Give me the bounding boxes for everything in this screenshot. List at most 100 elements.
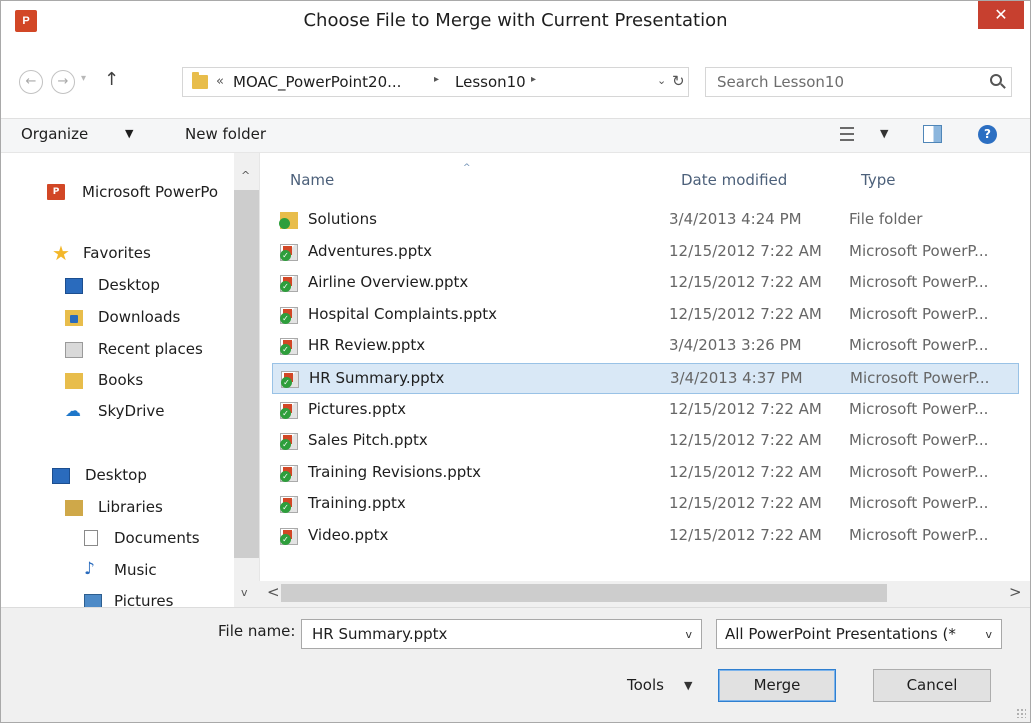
file-row[interactable]: Sales Pitch.pptx 12/15/2012 7:22 AM Micros…: [272, 426, 1019, 457]
breadcrumb-segment[interactable]: MOAC_PowerPoint20...: [233, 73, 401, 91]
refresh-icon[interactable]: ↻: [672, 72, 685, 90]
nav-pane-scrollbar[interactable]: ^ v: [234, 153, 259, 610]
organize-menu[interactable]: Organize: [21, 125, 88, 143]
star-icon: ★: [52, 241, 70, 265]
scroll-down-icon[interactable]: v: [241, 586, 248, 599]
back-button[interactable]: ←: [19, 70, 43, 94]
column-header-name[interactable]: Name: [290, 171, 334, 189]
nav-item-label: Downloads: [98, 308, 181, 326]
downloads-icon: [65, 310, 83, 326]
nav-item-label: Recent places: [98, 340, 203, 358]
chevron-down-icon[interactable]: v: [985, 628, 992, 641]
recent-locations-dropdown[interactable]: ▾: [81, 73, 86, 84]
resize-grip-icon[interactable]: [1016, 708, 1026, 718]
file-type-select[interactable]: All PowerPoint Presentations (* v: [716, 619, 1002, 649]
tools-caret-icon[interactable]: ▼: [684, 679, 692, 692]
address-dropdown-icon[interactable]: ⌄: [657, 74, 666, 87]
file-row[interactable]: HR Summary.pptx 3/4/2013 4:37 PM Microsoft…: [272, 363, 1019, 394]
preview-pane-icon[interactable]: [923, 125, 942, 143]
date-modified-cell: 12/15/2012 7:22 AM: [669, 494, 822, 513]
file-type-cell: Microsoft PowerP...: [849, 431, 989, 450]
file-type-cell: Microsoft PowerP...: [849, 273, 989, 292]
navigation-pane: P Microsoft PowerPo ★ Favorites Desktop …: [1, 153, 259, 610]
pptx-file-icon: [280, 338, 298, 356]
file-row[interactable]: HR Review.pptx 3/4/2013 3:26 PM Microsoft …: [272, 331, 1019, 362]
file-row[interactable]: Airline Overview.pptx 12/15/2012 7:22 AM M…: [272, 268, 1019, 299]
file-name-cell: Video.pptx: [308, 526, 389, 544]
file-row[interactable]: Adventures.pptx 12/15/2012 7:22 AM Microso…: [272, 237, 1019, 268]
cancel-button[interactable]: Cancel: [873, 669, 991, 702]
forward-button[interactable]: →: [51, 70, 75, 94]
date-modified-cell: 12/15/2012 7:22 AM: [669, 399, 822, 418]
ppt-icon: P: [47, 184, 65, 200]
close-button[interactable]: ✕: [978, 1, 1024, 29]
pptx-file-icon: [280, 275, 298, 293]
libraries-icon: [65, 500, 83, 516]
address-bar[interactable]: « MOAC_PowerPoint20... ▸ Lesson10 ▸ ⌄ ↻: [182, 67, 689, 97]
scrollbar-thumb[interactable]: [281, 584, 887, 602]
date-modified-cell: 3/4/2013 3:26 PM: [669, 336, 802, 355]
file-name-cell: Sales Pitch.pptx: [308, 431, 428, 450]
up-one-level-button[interactable]: ↑: [104, 69, 119, 90]
views-caret-icon[interactable]: ▼: [880, 127, 888, 140]
date-modified-cell: 12/15/2012 7:22 AM: [669, 431, 822, 450]
organize-caret-icon[interactable]: ▼: [125, 127, 133, 140]
pptx-file-icon: [281, 371, 299, 388]
overflow-chevron[interactable]: «: [216, 74, 224, 89]
pptx-file-icon: [280, 401, 298, 419]
nav-item-label: Favorites: [83, 244, 151, 262]
title-bar: P Choose File to Merge with Current Pres…: [1, 1, 1030, 41]
scrollbar-thumb[interactable]: [234, 190, 259, 558]
desktop-icon: [65, 278, 83, 294]
pptx-file-icon: [280, 306, 298, 324]
file-name-cell: HR Summary.pptx: [309, 369, 445, 387]
search-placeholder: Search Lesson10: [717, 73, 845, 91]
breadcrumb-segment[interactable]: Lesson10: [455, 73, 526, 91]
file-type-cell: Microsoft PowerP...: [849, 304, 989, 323]
nav-item-label: Desktop: [85, 466, 147, 484]
merge-file-dialog: P Choose File to Merge with Current Pres…: [0, 0, 1031, 723]
scroll-left-icon[interactable]: <: [267, 583, 280, 601]
change-view-icon[interactable]: [840, 127, 854, 141]
date-modified-cell: 3/4/2013 4:37 PM: [670, 369, 803, 387]
file-type-cell: File folder: [849, 210, 923, 228]
merge-button[interactable]: Merge: [718, 669, 836, 702]
file-list: Name ^ Date modified Type Solutions 3/4/2…: [259, 153, 1030, 581]
breadcrumb-separator-icon[interactable]: ▸: [531, 74, 536, 85]
folder-icon: [65, 373, 83, 389]
file-name-cell: Solutions: [308, 210, 377, 228]
new-folder-button[interactable]: New folder: [185, 125, 266, 143]
file-list-horizontal-scrollbar[interactable]: < >: [259, 581, 1030, 605]
folder-icon: [192, 72, 208, 89]
file-row[interactable]: Video.pptx 12/15/2012 7:22 AM Microsoft Po…: [272, 521, 1019, 552]
file-row[interactable]: Pictures.pptx 12/15/2012 7:22 AM Microsoft…: [272, 395, 1019, 426]
file-type-cell: Microsoft PowerP...: [849, 336, 989, 355]
scroll-right-icon[interactable]: >: [1009, 583, 1022, 601]
scroll-up-icon[interactable]: ^: [241, 169, 250, 182]
file-type-cell: Microsoft PowerP...: [849, 526, 989, 544]
file-name-cell: Pictures.pptx: [308, 399, 406, 418]
desktop-icon: [52, 468, 70, 484]
file-row[interactable]: Training Revisions.pptx 12/15/2012 7:22 A…: [272, 458, 1019, 489]
file-row[interactable]: Solutions 3/4/2013 4:24 PM File folder: [272, 205, 1019, 236]
date-modified-cell: 12/15/2012 7:22 AM: [669, 526, 822, 544]
search-icon[interactable]: [990, 74, 1002, 86]
file-name-cell: Adventures.pptx: [308, 241, 432, 260]
cloud-icon: ☁: [65, 401, 81, 420]
search-input[interactable]: Search Lesson10: [705, 67, 1012, 97]
breadcrumb-separator-icon[interactable]: ▸: [434, 74, 439, 85]
column-header-type[interactable]: Type: [861, 171, 895, 189]
tools-menu[interactable]: Tools: [627, 676, 664, 694]
dialog-title: Choose File to Merge with Current Presen…: [303, 10, 728, 31]
file-name-input[interactable]: HR Summary.pptx v: [301, 619, 702, 649]
nav-item-label: Libraries: [98, 498, 163, 516]
pptx-file-icon: [280, 433, 298, 451]
recent-places-icon: [65, 342, 83, 358]
file-row[interactable]: Hospital Complaints.pptx 12/15/2012 7:22 …: [272, 300, 1019, 331]
file-row[interactable]: Training.pptx 12/15/2012 7:22 AM Microsoft…: [272, 489, 1019, 520]
file-type-cell: Microsoft PowerP...: [849, 241, 989, 260]
help-icon[interactable]: ?: [978, 125, 997, 144]
column-header-date-modified[interactable]: Date modified: [681, 171, 787, 189]
nav-item-label: Documents: [114, 529, 200, 547]
chevron-down-icon[interactable]: v: [685, 628, 692, 641]
